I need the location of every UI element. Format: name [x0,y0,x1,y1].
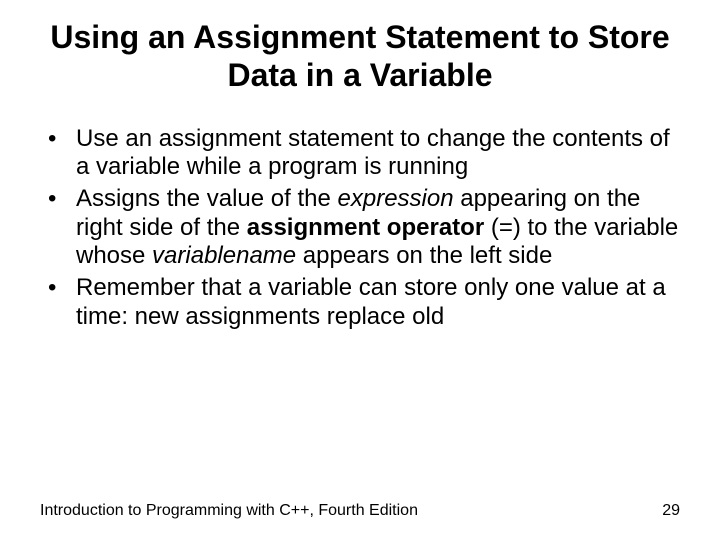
page-number: 29 [662,502,680,520]
bullet-item: Remember that a variable can store only … [40,274,680,331]
footer-left: Introduction to Programming with C++, Fo… [40,502,418,520]
slide-title: Using an Assignment Statement to Store D… [0,0,720,95]
bullet-text-italic: expression [338,185,454,212]
bullet-list: Use an assignment statement to change th… [40,125,680,331]
bullet-text: Assigns the value of the [76,185,338,212]
slide-footer: Introduction to Programming with C++, Fo… [40,502,680,520]
bullet-text-italic: variablename [152,242,296,269]
slide: Using an Assignment Statement to Store D… [0,0,720,540]
bullet-item: Use an assignment statement to change th… [40,125,680,182]
bullet-text: appears on the left side [296,242,552,269]
bullet-text: Use an assignment statement to change th… [76,125,670,180]
slide-body: Use an assignment statement to change th… [0,95,720,331]
bullet-text-bold: assignment operator [247,214,484,241]
bullet-text: Remember that a variable can store only … [76,274,666,329]
bullet-item: Assigns the value of the expression appe… [40,185,680,270]
